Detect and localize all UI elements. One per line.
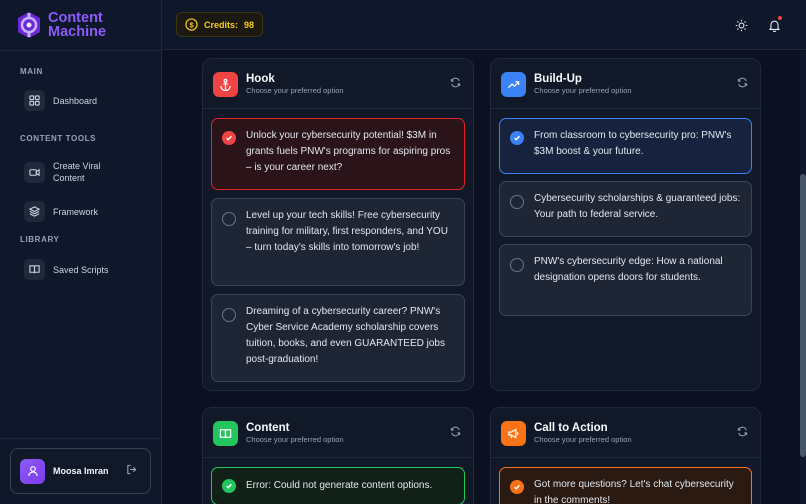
panel-subtitle: Choose your preferred option	[534, 86, 632, 95]
check-icon	[510, 131, 524, 145]
panel-title: Call to Action	[534, 422, 608, 434]
option-text: Dreaming of a cybersecurity career? PNW'…	[246, 306, 445, 365]
brand-name: Content Machine	[48, 10, 107, 40]
trending-up-icon	[501, 71, 526, 97]
scrollbar-thumb[interactable]	[800, 174, 806, 457]
main-content: Hook Choose your preferred option Unlock…	[162, 51, 806, 504]
hook-option-2[interactable]: Level up your tech skills! Free cybersec…	[211, 198, 465, 286]
user-icon	[27, 466, 38, 477]
option-text: Level up your tech skills! Free cybersec…	[246, 210, 448, 253]
sidebar: Content Machine MAIN Dashboard CONTENT T…	[0, 0, 162, 504]
sidebar-item-label: Saved Scripts	[53, 264, 109, 275]
divider	[0, 50, 162, 51]
panel-header: Build-Up Choose your preferred option	[501, 69, 750, 99]
credits-value: 98	[244, 19, 255, 30]
divider	[203, 108, 473, 109]
hook-panel: Hook Choose your preferred option Unlock…	[202, 58, 474, 391]
divider	[0, 438, 162, 439]
book-open-icon	[213, 420, 238, 446]
refresh-icon[interactable]	[737, 75, 748, 93]
theme-toggle-button[interactable]	[730, 14, 752, 36]
sidebar-item-dashboard[interactable]: Dashboard	[24, 90, 97, 111]
logout-icon[interactable]	[126, 462, 137, 480]
top-bar: $ Credits: 98	[162, 0, 806, 50]
refresh-icon[interactable]	[450, 424, 461, 442]
buildup-option-1[interactable]: From classroom to cybersecurity pro: PNW…	[499, 118, 752, 174]
panel-header: Call to Action Choose your preferred opt…	[501, 418, 750, 448]
check-icon	[222, 479, 236, 493]
content-panel: Content Choose your preferred option Err…	[202, 407, 474, 504]
cta-panel: Call to Action Choose your preferred opt…	[490, 407, 761, 504]
megaphone-icon	[501, 420, 526, 446]
refresh-icon[interactable]	[737, 424, 748, 442]
hook-option-3[interactable]: Dreaming of a cybersecurity career? PNW'…	[211, 294, 465, 382]
radio-button[interactable]	[510, 195, 524, 209]
brand[interactable]: Content Machine	[14, 9, 106, 41]
option-text: Cybersecurity scholarships & guaranteed …	[534, 193, 741, 220]
divider	[491, 457, 760, 458]
hook-option-1[interactable]: Unlock your cybersecurity potential! $3M…	[211, 118, 465, 190]
avatar	[20, 458, 45, 484]
sidebar-item-label: Framework	[53, 206, 99, 217]
option-text: Got more questions? Let's chat cybersecu…	[534, 479, 734, 504]
brand-logo-icon	[18, 12, 40, 38]
content-option-1[interactable]: Error: Could not generate content option…	[211, 467, 465, 504]
divider	[203, 457, 473, 458]
grid-icon	[24, 90, 45, 111]
radio-button[interactable]	[510, 258, 524, 272]
section-label-main: MAIN	[20, 67, 43, 76]
check-icon	[510, 480, 524, 494]
panel-header: Hook Choose your preferred option	[213, 69, 463, 99]
credits-badge[interactable]: $ Credits: 98	[176, 12, 264, 37]
buildup-option-3[interactable]: PNW's cybersecurity edge: How a national…	[499, 244, 752, 316]
user-card[interactable]: Moosa Imran	[10, 448, 151, 494]
anchor-icon	[213, 71, 238, 97]
panel-subtitle: Choose your preferred option	[246, 86, 344, 95]
sidebar-item-saved-scripts[interactable]: Saved Scripts	[24, 259, 109, 280]
user-name: Moosa Imran	[53, 466, 109, 476]
sidebar-item-framework[interactable]: Framework	[24, 201, 98, 222]
section-label-library: LIBRARY	[20, 235, 60, 244]
radio-button[interactable]	[222, 212, 236, 226]
video-icon	[24, 161, 45, 183]
panel-title: Content	[246, 422, 290, 434]
book-icon	[24, 259, 45, 280]
sun-icon	[735, 19, 747, 31]
divider	[491, 108, 760, 109]
panel-title: Build-Up	[534, 73, 582, 85]
buildup-panel: Build-Up Choose your preferred option Fr…	[490, 58, 761, 391]
sidebar-item-label: Create Viral Content	[53, 161, 101, 183]
notification-dot	[777, 15, 783, 21]
panel-subtitle: Choose your preferred option	[534, 435, 632, 444]
option-text: Error: Could not generate content option…	[246, 480, 433, 491]
sidebar-item-label: Dashboard	[53, 95, 98, 106]
notifications-button[interactable]	[763, 14, 785, 36]
coin-icon: $	[185, 18, 198, 31]
svg-text:$: $	[189, 20, 194, 29]
check-icon	[222, 131, 236, 145]
option-text: Unlock your cybersecurity potential! $3M…	[246, 130, 451, 173]
credits-label: Credits:	[204, 19, 239, 30]
sidebar-item-create-viral-content[interactable]: Create Viral Content	[24, 160, 113, 184]
cta-option-1[interactable]: Got more questions? Let's chat cybersecu…	[499, 467, 752, 504]
layers-icon	[24, 201, 45, 222]
panel-subtitle: Choose your preferred option	[246, 435, 344, 444]
radio-button[interactable]	[222, 308, 236, 322]
buildup-option-2[interactable]: Cybersecurity scholarships & guaranteed …	[499, 181, 752, 237]
panel-title: Hook	[246, 73, 275, 85]
option-text: From classroom to cybersecurity pro: PNW…	[534, 130, 732, 157]
refresh-icon[interactable]	[450, 75, 461, 93]
section-label-content-tools: CONTENT TOOLS	[20, 134, 97, 143]
panel-header: Content Choose your preferred option	[213, 418, 463, 448]
option-text: PNW's cybersecurity edge: How a national…	[534, 256, 723, 283]
